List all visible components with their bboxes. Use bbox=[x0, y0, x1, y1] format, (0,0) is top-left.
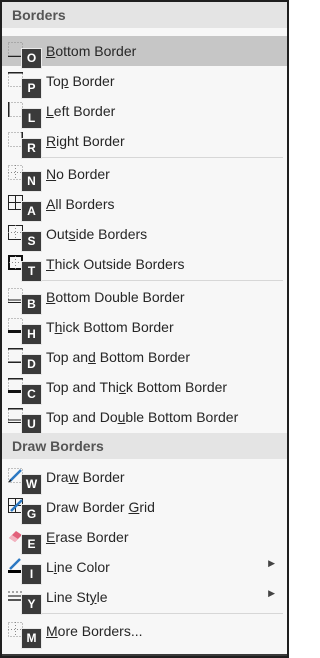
menu-item-top-and-thick-bottom-border[interactable]: Top and Thick Bottom Border C bbox=[2, 372, 287, 405]
menu-item-no-border[interactable]: No Border N bbox=[2, 159, 287, 192]
menu-item-line-color[interactable]: Line Color I ▶ bbox=[2, 552, 287, 585]
menu-item-top-border[interactable]: Top Border P bbox=[2, 66, 287, 99]
menu-item-label: More Borders... bbox=[46, 623, 143, 639]
menu-item-line-style[interactable]: Line Style Y ▶ bbox=[2, 582, 287, 615]
menu-item-left-border[interactable]: Left Border L bbox=[2, 96, 287, 129]
menu-item-label: Bottom Border bbox=[46, 43, 137, 59]
menu-item-label: Top and Bottom Border bbox=[46, 349, 190, 365]
menu-item-right-border[interactable]: Right Border R bbox=[2, 126, 287, 159]
borders-menu: Borders Bottom Border O Top Border P Lef… bbox=[0, 0, 289, 658]
keytip-badge: U bbox=[21, 414, 42, 435]
menu-item-erase-border[interactable]: Erase Border E bbox=[2, 522, 287, 555]
menu-bottom-edge bbox=[2, 654, 287, 656]
menu-item-thick-outside-borders[interactable]: Thick Outside Borders T bbox=[2, 249, 287, 282]
menu-item-label: Left Border bbox=[46, 103, 116, 119]
submenu-arrow-icon: ▶ bbox=[268, 558, 275, 568]
menu-item-label: Top and Double Bottom Border bbox=[46, 409, 239, 425]
section-header-draw-borders: Draw Borders bbox=[2, 433, 287, 459]
menu-item-label: Draw Border bbox=[46, 469, 125, 485]
section-header-borders: Borders bbox=[2, 2, 287, 28]
submenu-arrow-icon: ▶ bbox=[268, 588, 275, 598]
menu-separator bbox=[42, 613, 283, 614]
menu-separator bbox=[42, 280, 283, 281]
menu-item-label: Thick Bottom Border bbox=[46, 319, 174, 335]
keytip-badge: R bbox=[21, 138, 42, 159]
menu-item-bottom-border[interactable]: Bottom Border O bbox=[2, 36, 287, 69]
menu-item-label: Bottom Double Border bbox=[46, 289, 185, 305]
menu-item-top-and-bottom-border[interactable]: Top and Bottom Border D bbox=[2, 342, 287, 375]
menu-item-draw-border[interactable]: Draw Border W bbox=[2, 462, 287, 495]
menu-item-all-borders[interactable]: All Borders A bbox=[2, 189, 287, 222]
menu-item-label: All Borders bbox=[46, 196, 115, 212]
menu-item-label: Top Border bbox=[46, 73, 115, 89]
menu-item-label: Line Style bbox=[46, 589, 108, 605]
menu-item-label: Thick Outside Borders bbox=[46, 256, 185, 272]
menu-item-bottom-double-border[interactable]: Bottom Double Border B bbox=[2, 282, 287, 315]
menu-separator bbox=[42, 157, 283, 158]
keytip-badge: Y bbox=[21, 594, 42, 615]
menu-item-label: No Border bbox=[46, 166, 110, 182]
menu-item-label: Line Color bbox=[46, 559, 110, 575]
menu-item-label: Erase Border bbox=[46, 529, 129, 545]
menu-item-thick-bottom-border[interactable]: Thick Bottom Border H bbox=[2, 312, 287, 345]
menu-item-draw-border-grid[interactable]: Draw Border Grid G bbox=[2, 492, 287, 525]
keytip-badge: T bbox=[21, 261, 42, 282]
menu-item-outside-borders[interactable]: Outside Borders S bbox=[2, 219, 287, 252]
keytip-badge: M bbox=[21, 628, 42, 649]
menu-item-top-and-double-bottom-border[interactable]: Top and Double Bottom Border U bbox=[2, 402, 287, 435]
menu-item-more-borders[interactable]: More Borders... M bbox=[2, 616, 287, 649]
menu-item-label: Outside Borders bbox=[46, 226, 148, 242]
menu-item-label: Top and Thick Bottom Border bbox=[46, 379, 228, 395]
menu-item-label: Right Border bbox=[46, 133, 125, 149]
menu-item-label: Draw Border Grid bbox=[46, 499, 155, 515]
